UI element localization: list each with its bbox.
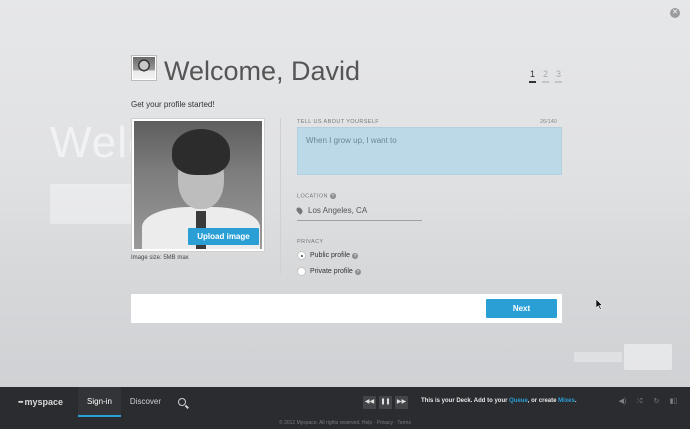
- public-profile-option[interactable]: Public profile ?: [297, 251, 359, 260]
- deck-message: This is your Deck. Add to your Queue, or…: [421, 398, 577, 404]
- column-divider: [280, 118, 281, 274]
- about-textarea[interactable]: When I grow up, I want to: [297, 127, 562, 175]
- background-ghost-line: [574, 352, 622, 362]
- search-icon[interactable]: [178, 398, 187, 406]
- deck-text-suffix: .: [574, 398, 577, 404]
- shuffle-icon[interactable]: ⤮: [635, 398, 644, 406]
- private-profile-label: Private profile: [310, 268, 353, 275]
- character-count: 26/140: [540, 119, 557, 125]
- help-icon[interactable]: ?: [329, 193, 336, 199]
- about-label: TELL US ABOUT YOURSELF: [297, 119, 380, 125]
- repeat-icon[interactable]: ↻: [652, 398, 661, 406]
- background-ghost-box: [50, 184, 135, 224]
- logo-text: myspace: [24, 397, 63, 407]
- myspace-logo[interactable]: ▪▪▪ myspace: [18, 397, 78, 407]
- step-2[interactable]: 2: [542, 69, 549, 83]
- nav-sign-in[interactable]: Sign-in: [78, 387, 121, 417]
- player-options: ◀) ⤮ ↻ ▮▯: [618, 398, 678, 406]
- footer: © 2012 Myspace. All rights reserved. Hel…: [0, 417, 690, 429]
- location-input[interactable]: Los Angeles, CA: [295, 204, 422, 221]
- upload-image-button[interactable]: Upload image: [188, 228, 259, 245]
- step-indicator: 1 2 3: [529, 69, 562, 83]
- deck-text-prefix: This is your Deck. Add to your: [421, 398, 510, 404]
- close-icon[interactable]: ✕: [670, 8, 680, 18]
- private-profile-option[interactable]: Private profile ?: [297, 267, 361, 276]
- step-1[interactable]: 1: [529, 69, 536, 83]
- location-label: LOCATION?: [297, 193, 336, 199]
- help-icon[interactable]: ?: [354, 268, 361, 275]
- next-button[interactable]: Next: [486, 299, 557, 318]
- subheading: Get your profile started!: [131, 100, 215, 109]
- player-bar: ▪▪▪ myspace Sign-in Discover ◀◀ ❚❚ ▶▶ Thi…: [0, 387, 690, 417]
- public-profile-radio[interactable]: [297, 251, 306, 260]
- background-ghost-thumb: [624, 344, 672, 370]
- help-icon[interactable]: ?: [352, 252, 359, 259]
- equalizer-icon[interactable]: ▮▯: [669, 398, 678, 406]
- volume-icon[interactable]: ◀): [618, 398, 627, 406]
- location-value: Los Angeles, CA: [308, 206, 368, 215]
- pause-icon[interactable]: ❚❚: [379, 396, 392, 409]
- queue-link[interactable]: Queue: [509, 398, 528, 404]
- mixes-link[interactable]: Mixes: [558, 398, 575, 404]
- step-3[interactable]: 3: [555, 69, 562, 83]
- location-pin-icon: [295, 206, 304, 216]
- public-profile-label: Public profile: [310, 252, 351, 259]
- previous-icon[interactable]: ◀◀: [363, 396, 376, 409]
- myspace-logo-icon: ▪▪▪: [18, 398, 24, 406]
- location-label-text: LOCATION: [297, 193, 328, 200]
- welcome-header: Welcome, David 1 2 3: [131, 55, 562, 86]
- player-controls: ◀◀ ❚❚ ▶▶: [363, 396, 408, 409]
- nav-discover[interactable]: Discover: [121, 387, 170, 417]
- next-track-icon[interactable]: ▶▶: [395, 396, 408, 409]
- avatar: [131, 55, 157, 81]
- private-profile-radio[interactable]: [297, 267, 306, 276]
- page-title: Welcome, David: [164, 56, 361, 86]
- image-size-note: Image size: 5MB max: [131, 255, 189, 261]
- privacy-label: PRIVACY: [297, 239, 324, 245]
- deck-text-mid: , or create: [527, 398, 559, 404]
